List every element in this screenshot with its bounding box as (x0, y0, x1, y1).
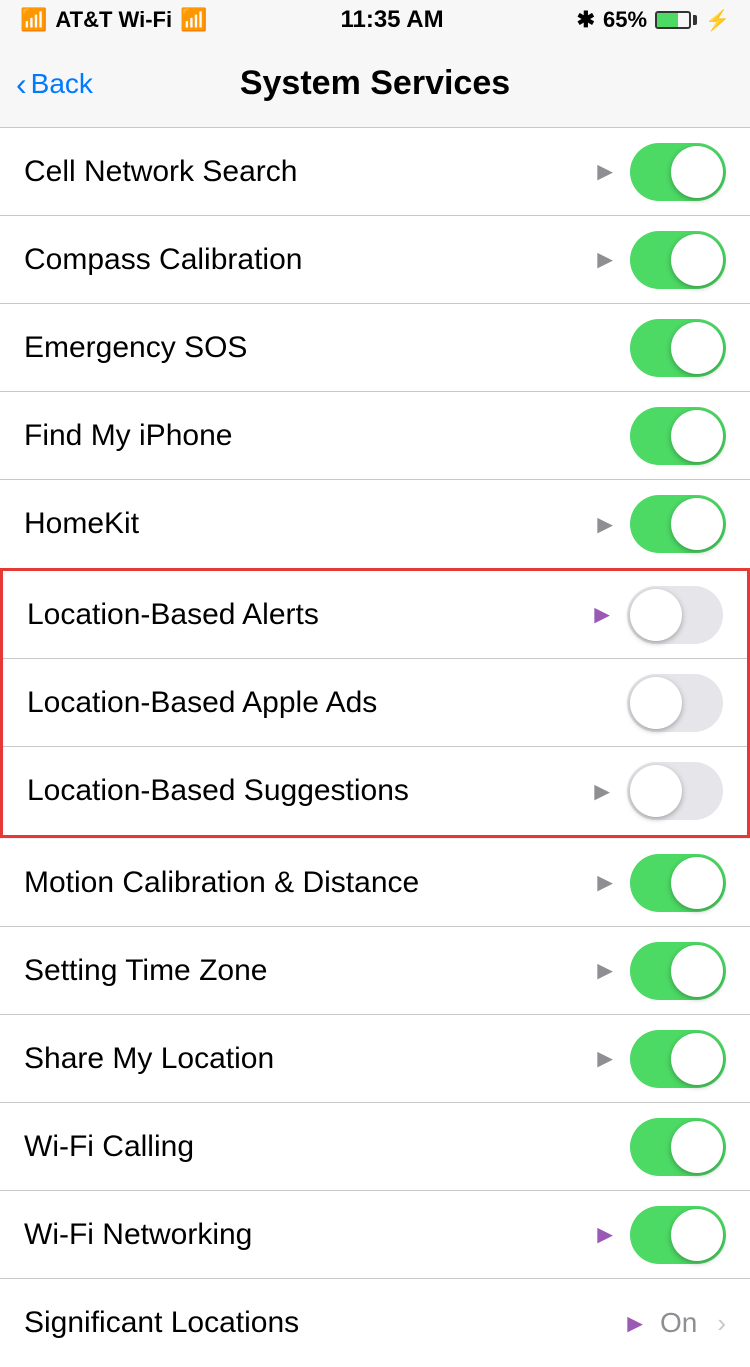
list-item[interactable]: Wi-Fi Networking ► (0, 1191, 750, 1279)
toggle-location-based-suggestions[interactable] (627, 762, 723, 820)
significant-locations-value: On (660, 1307, 697, 1339)
list-item[interactable]: Motion Calibration & Distance ► (0, 839, 750, 927)
toggle-cell-network-search[interactable] (630, 143, 726, 201)
charging-icon: ⚡ (705, 8, 730, 33)
status-bar: 📶 AT&T Wi-Fi 📶 11:35 AM ✱ 65% ⚡ (0, 0, 750, 40)
list-item[interactable]: Compass Calibration ► (0, 216, 750, 304)
item-right (627, 674, 723, 732)
back-button[interactable]: ‹ Back (16, 68, 93, 100)
toggle-motion-calibration[interactable] (630, 854, 726, 912)
battery-icon (655, 11, 697, 29)
item-right (630, 319, 726, 377)
item-right: ► (592, 495, 726, 553)
list-item[interactable]: Setting Time Zone ► (0, 927, 750, 1015)
toggle-emergency-sos[interactable] (630, 319, 726, 377)
item-label: Find My iPhone (24, 419, 630, 453)
item-right: ► (592, 143, 726, 201)
carrier-label: AT&T Wi-Fi (55, 7, 172, 33)
bluetooth-icon: ✱ (577, 7, 595, 33)
item-right: ► (592, 854, 726, 912)
location-arrow-icon: ► (589, 776, 615, 807)
nav-bar: ‹ Back System Services (0, 40, 750, 128)
list-item[interactable]: Wi-Fi Calling (0, 1103, 750, 1191)
location-arrow-icon: ► (592, 867, 618, 898)
toggle-location-based-apple-ads[interactable] (627, 674, 723, 732)
toggle-wifi-networking[interactable] (630, 1206, 726, 1264)
item-label: Compass Calibration (24, 243, 592, 277)
item-right: ► (589, 762, 723, 820)
item-label: Share My Location (24, 1042, 592, 1076)
toggle-setting-time-zone[interactable] (630, 942, 726, 1000)
list-item[interactable]: Find My iPhone (0, 392, 750, 480)
item-label: Emergency SOS (24, 331, 630, 365)
list-item[interactable]: Location-Based Suggestions ► (3, 747, 747, 835)
location-arrow-icon: ► (589, 599, 615, 630)
toggle-compass-calibration[interactable] (630, 231, 726, 289)
toggle-find-my-iphone[interactable] (630, 407, 726, 465)
toggle-wifi-calling[interactable] (630, 1118, 726, 1176)
status-left: 📶 AT&T Wi-Fi 📶 (20, 7, 208, 33)
item-label: Location-Based Apple Ads (27, 686, 627, 720)
toggle-share-my-location[interactable] (630, 1030, 726, 1088)
wifi-icon: 📶 (180, 7, 207, 33)
list-item-significant-locations[interactable]: Significant Locations ► On › (0, 1279, 750, 1367)
signal-icon: 📶 (20, 7, 47, 33)
item-right (630, 407, 726, 465)
item-right: ► On › (622, 1307, 726, 1339)
list-item[interactable]: Share My Location ► (0, 1015, 750, 1103)
item-right: ► (592, 942, 726, 1000)
item-label: Significant Locations (24, 1306, 622, 1340)
status-right: ✱ 65% ⚡ (577, 7, 730, 33)
item-label: Wi-Fi Networking (24, 1218, 592, 1252)
settings-list: Cell Network Search ► Compass Calibratio… (0, 128, 750, 568)
item-label: Cell Network Search (24, 155, 592, 189)
location-arrow-icon: ► (592, 955, 618, 986)
back-chevron-icon: ‹ (16, 68, 27, 100)
list-item[interactable]: Cell Network Search ► (0, 128, 750, 216)
item-label: HomeKit (24, 507, 592, 541)
location-arrow-icon: ► (592, 244, 618, 275)
item-label: Wi-Fi Calling (24, 1130, 630, 1164)
list-item[interactable]: Location-Based Apple Ads (3, 659, 747, 747)
battery-percent: 65% (603, 7, 647, 33)
item-label: Motion Calibration & Distance (24, 866, 592, 900)
bottom-settings-list: Motion Calibration & Distance ► Setting … (0, 839, 750, 1367)
location-arrow-icon: ► (592, 1043, 618, 1074)
back-label: Back (31, 68, 93, 100)
toggle-location-based-alerts[interactable] (627, 586, 723, 644)
item-right (630, 1118, 726, 1176)
item-right: ► (592, 231, 726, 289)
list-item[interactable]: Location-Based Alerts ► (3, 571, 747, 659)
page-title: System Services (240, 64, 510, 103)
toggle-homekit[interactable] (630, 495, 726, 553)
location-arrow-icon: ► (592, 509, 618, 540)
highlighted-location-section: Location-Based Alerts ► Location-Based A… (0, 568, 750, 838)
item-label: Location-Based Alerts (27, 598, 589, 632)
location-arrow-icon: ► (592, 1219, 618, 1250)
location-arrow-icon: ► (592, 156, 618, 187)
status-time: 11:35 AM (340, 6, 443, 34)
item-right: ► (592, 1206, 726, 1264)
list-item[interactable]: Emergency SOS (0, 304, 750, 392)
item-label: Setting Time Zone (24, 954, 592, 988)
list-item[interactable]: HomeKit ► (0, 480, 750, 568)
item-label: Location-Based Suggestions (27, 774, 589, 808)
item-right: ► (592, 1030, 726, 1088)
item-right: ► (589, 586, 723, 644)
